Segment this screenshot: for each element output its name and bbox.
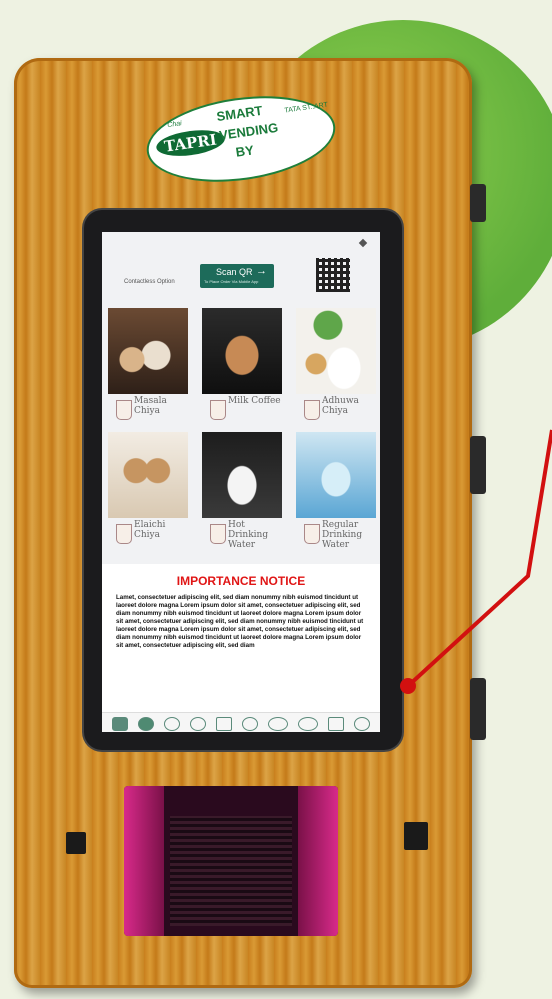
callout-line [406, 429, 552, 688]
callout-dot [400, 678, 416, 694]
callout-pointer [406, 429, 552, 688]
